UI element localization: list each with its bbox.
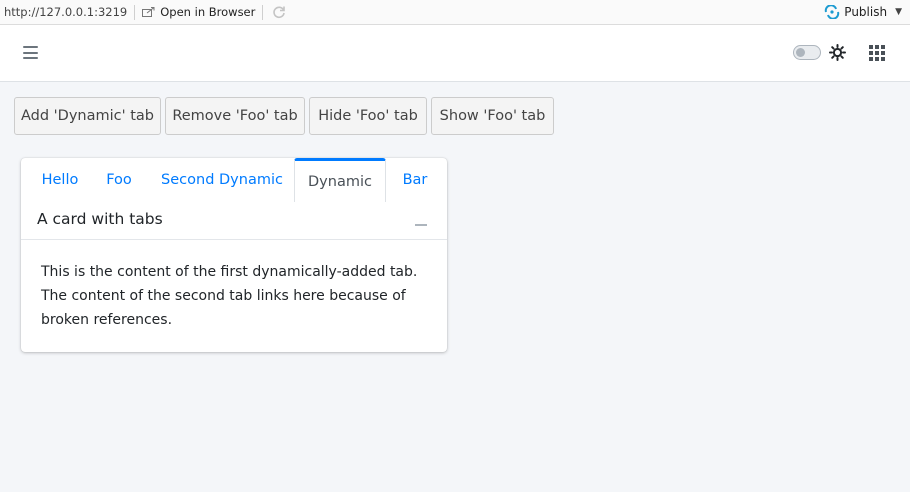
open-in-browser-button[interactable]: Open in Browser [142, 5, 255, 19]
viewer-toolbar: http://127.0.0.1:3219 Open in Browser Pu… [0, 0, 910, 25]
publish-button[interactable]: Publish ▼ [824, 5, 902, 19]
card-body-text: This is the content of the first dynamic… [41, 264, 418, 328]
tab-second-dynamic[interactable]: Second Dynamic [152, 158, 292, 202]
show-foo-tab-button[interactable]: Show 'Foo' tab [431, 97, 554, 135]
tab-foo[interactable]: Foo [93, 158, 145, 202]
chevron-down-icon: ▼ [895, 7, 902, 17]
card-tab-list: Hello Foo Second Dynamic Dynamic Bar [21, 158, 447, 202]
tabbed-card: Hello Foo Second Dynamic Dynamic Bar A c… [21, 158, 447, 352]
hide-foo-tab-button[interactable]: Hide 'Foo' tab [309, 97, 427, 135]
publish-icon [825, 5, 840, 19]
publish-label: Publish [844, 5, 888, 19]
toggle-knob [796, 48, 805, 57]
viewer-url[interactable]: http://127.0.0.1:3219 [0, 5, 127, 19]
toolbar-divider [262, 4, 264, 20]
add-dynamic-tab-button[interactable]: Add 'Dynamic' tab [14, 97, 161, 135]
dark-mode-toggle[interactable] [793, 45, 821, 60]
card-title: A card with tabs [37, 210, 163, 228]
sun-icon[interactable] [829, 44, 846, 61]
apps-grid-icon[interactable] [869, 45, 885, 61]
hamburger-icon[interactable] [23, 46, 38, 59]
open-in-browser-label: Open in Browser [160, 5, 256, 19]
collapse-card-button[interactable] [415, 221, 429, 229]
toolbar-divider [134, 4, 136, 20]
open-in-browser-icon [142, 6, 155, 17]
minus-icon [415, 224, 427, 226]
tab-bar[interactable]: Bar [393, 158, 437, 202]
card-header: A card with tabs [21, 202, 447, 240]
top-navbar [0, 25, 910, 82]
refresh-icon[interactable] [272, 5, 286, 19]
tab-hello[interactable]: Hello [27, 158, 93, 202]
remove-foo-tab-button[interactable]: Remove 'Foo' tab [165, 97, 305, 135]
tab-dynamic[interactable]: Dynamic [294, 158, 386, 202]
